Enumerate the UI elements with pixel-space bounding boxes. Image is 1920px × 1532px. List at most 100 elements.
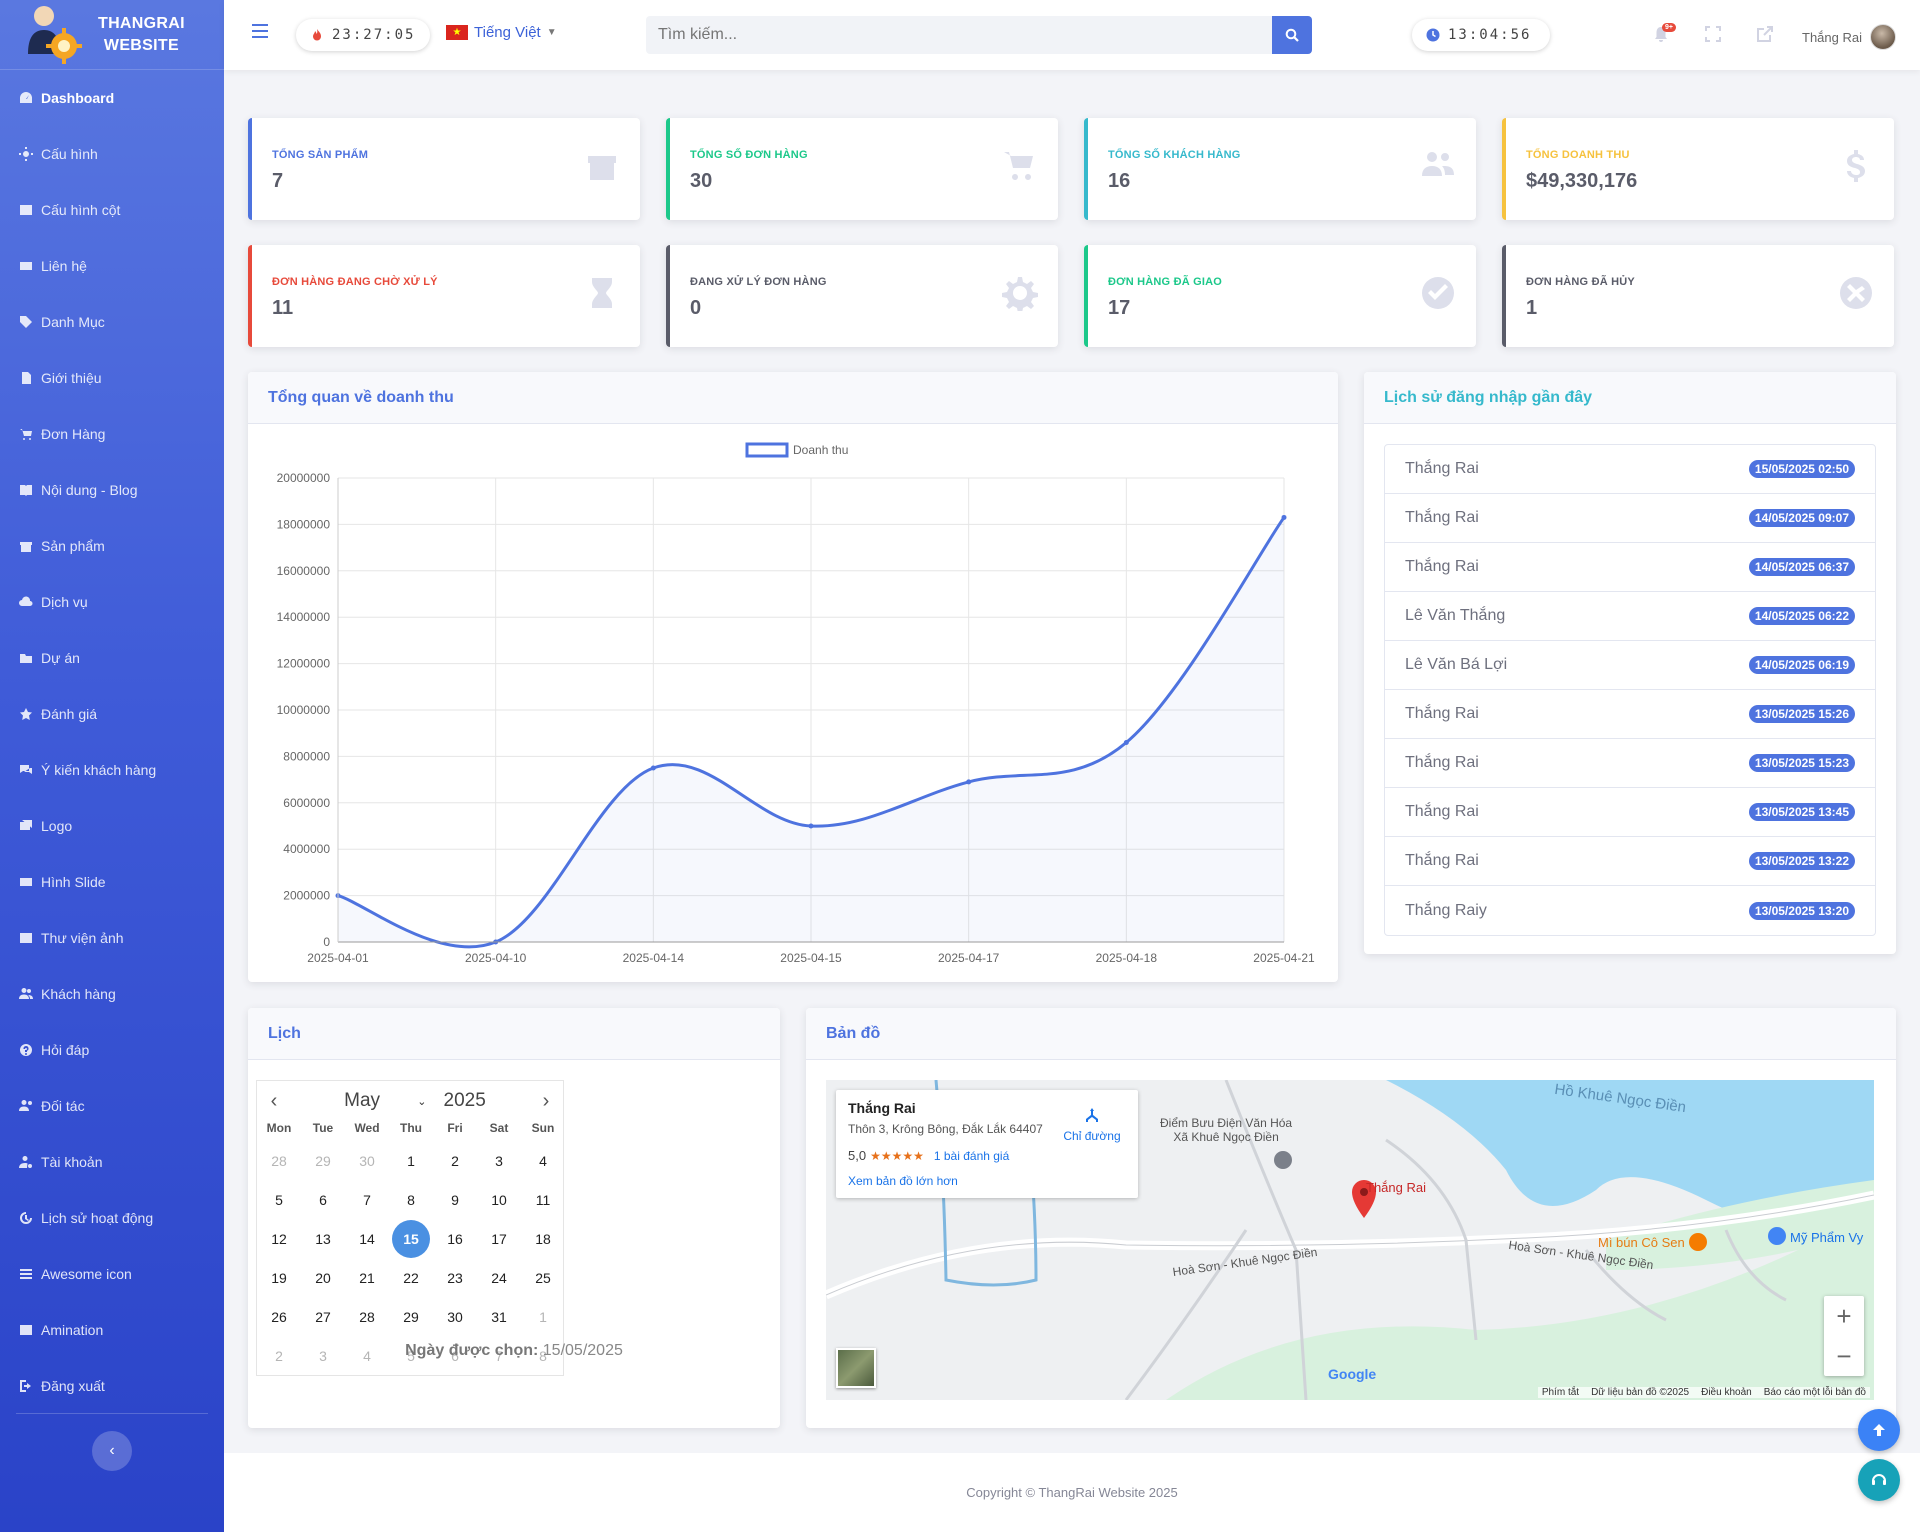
calendar-day[interactable]: 28 <box>345 1297 389 1336</box>
map-footer-link[interactable]: Báo cáo một lỗi bản đồ <box>1764 1387 1866 1398</box>
calendar-day[interactable]: 22 <box>389 1258 433 1297</box>
month-select[interactable]: May <box>344 1090 380 1112</box>
prev-month-button[interactable]: ‹ <box>265 1090 283 1112</box>
calendar-day[interactable]: 24 <box>477 1258 521 1297</box>
calendar-day[interactable]: 21 <box>345 1258 389 1297</box>
next-month-button[interactable]: › <box>537 1090 555 1112</box>
calendar-day[interactable]: 13 <box>301 1219 345 1258</box>
map-footer-link[interactable]: Điều khoản <box>1701 1387 1752 1398</box>
fire-icon <box>313 29 321 41</box>
sidebar-item-8[interactable]: Nội dung - Blog <box>0 462 224 518</box>
login-user: Lê Văn Thắng <box>1405 607 1506 624</box>
calendar-day[interactable]: 16 <box>433 1219 477 1258</box>
calendar-day[interactable]: 9 <box>433 1180 477 1219</box>
stat-label: ĐƠN HÀNG ĐÃ HỦY <box>1526 276 1635 288</box>
language-selector[interactable]: ★ Tiếng Việt ▼ <box>446 24 557 41</box>
calendar-day[interactable]: 30 <box>345 1141 389 1180</box>
sidebar-item-label: Đăng xuất <box>41 1378 105 1394</box>
sidebar-item-10[interactable]: Dịch vụ <box>0 574 224 630</box>
year-field[interactable]: 2025 <box>444 1090 486 1112</box>
sidebar-item-9[interactable]: Sản phẩm <box>0 518 224 574</box>
map-reviews-link[interactable]: 1 bài đánh giá <box>934 1149 1009 1163</box>
user-menu[interactable]: Thắng Rai <box>1802 24 1896 50</box>
fullscreen-button[interactable] <box>1704 25 1724 45</box>
sidebar-item-12[interactable]: Đánh giá <box>0 686 224 742</box>
calendar-day[interactable]: 17 <box>477 1219 521 1258</box>
sidebar-item-13[interactable]: Ý kiến khách hàng <box>0 742 224 798</box>
satellite-toggle[interactable] <box>836 1348 876 1388</box>
map-embed[interactable]: Hồ Khuê Ngọc Điền Điểm Bưu Điện Văn Hóa … <box>826 1080 1874 1400</box>
login-time-badge: 15/05/2025 02:50 <box>1748 460 1855 478</box>
calendar-day[interactable]: 26 <box>257 1297 301 1336</box>
sidebar-item-23[interactable]: Amination <box>0 1302 224 1358</box>
calendar-day[interactable]: 14 <box>345 1219 389 1258</box>
notification-bell[interactable]: 9+ <box>1652 23 1676 45</box>
data-point <box>1123 739 1129 745</box>
menu-toggle-icon[interactable] <box>252 24 268 38</box>
calendar-day[interactable]: 1 <box>521 1297 565 1336</box>
search-input[interactable] <box>646 16 1272 54</box>
calendar-day[interactable]: 19 <box>257 1258 301 1297</box>
map-directions-button[interactable]: Chỉ đường <box>1062 1106 1122 1143</box>
box-icon-glyph <box>19 542 32 552</box>
calendar-day[interactable]: 7 <box>345 1180 389 1219</box>
map-footer-link[interactable]: Phím tắt <box>1542 1387 1579 1398</box>
stat-card-3: TỔNG SỐ KHÁCH HÀNG 16 <box>1084 118 1476 220</box>
calendar-day[interactable]: 25 <box>521 1258 565 1297</box>
brand[interactable]: THANGRAI WEBSITE <box>0 0 224 70</box>
map-footer-link[interactable]: Dữ liệu bản đồ ©2025 <box>1591 1387 1689 1398</box>
calendar-day[interactable]: 31 <box>477 1297 521 1336</box>
sidebar-collapse-button[interactable]: ‹ <box>92 1431 132 1471</box>
sidebar-item-21[interactable]: Lịch sử hoạt động <box>0 1190 224 1246</box>
calendar-day[interactable]: 6 <box>301 1180 345 1219</box>
calendar-day[interactable]: 4 <box>521 1141 565 1180</box>
zoom-out-button[interactable]: − <box>1824 1336 1864 1376</box>
calendar-day[interactable]: 29 <box>389 1297 433 1336</box>
sidebar-item-6[interactable]: Giới thiệu <box>0 350 224 406</box>
calendar-day[interactable]: 27 <box>301 1297 345 1336</box>
sidebar-item-14[interactable]: Logo <box>0 798 224 854</box>
chat-support-button[interactable] <box>1858 1459 1900 1501</box>
calendar-day-number: 12 <box>271 1230 287 1247</box>
calendar-day[interactable]: 15 <box>389 1219 433 1258</box>
open-site-button[interactable] <box>1756 25 1776 45</box>
sidebar-item-20[interactable]: Tài khoản <box>0 1134 224 1190</box>
calendar-day[interactable]: 12 <box>257 1219 301 1258</box>
calendar-day[interactable]: 11 <box>521 1180 565 1219</box>
map-bigger-link[interactable]: Xem bản đồ lớn hơn <box>848 1174 958 1188</box>
zoom-in-button[interactable]: + <box>1824 1296 1864 1336</box>
sidebar-item-18[interactable]: Hỏi đáp <box>0 1022 224 1078</box>
sidebar-item-16[interactable]: Thư viện ảnh <box>0 910 224 966</box>
sidebar-item-7[interactable]: Đơn Hàng <box>0 406 224 462</box>
search-button[interactable] <box>1272 16 1312 54</box>
calendar-day[interactable]: 3 <box>477 1141 521 1180</box>
calendar-day[interactable]: 29 <box>301 1141 345 1180</box>
calendar-day[interactable]: 5 <box>257 1180 301 1219</box>
sidebar-item-11[interactable]: Dự án <box>0 630 224 686</box>
calendar-day[interactable]: 20 <box>301 1258 345 1297</box>
sidebar-item-5[interactable]: Danh Mục <box>0 294 224 350</box>
table-icon <box>18 203 33 218</box>
sidebar-item-17[interactable]: Khách hàng <box>0 966 224 1022</box>
sidebar-item-3[interactable]: Cấu hình cột <box>0 182 224 238</box>
comments-icon-glyph <box>19 765 32 774</box>
sidebar-item-24[interactable]: Đăng xuất <box>0 1358 224 1414</box>
sidebar-item-22[interactable]: Awesome icon <box>0 1246 224 1302</box>
sidebar-item-4[interactable]: Liên hệ <box>0 238 224 294</box>
calendar-day[interactable]: 1 <box>389 1141 433 1180</box>
calendar-day[interactable]: 23 <box>433 1258 477 1297</box>
sidebar-item-1[interactable]: Dashboard <box>0 70 224 126</box>
times-circle-icon <box>1838 275 1874 313</box>
calendar-day[interactable]: 2 <box>433 1141 477 1180</box>
sidebar-item-15[interactable]: Hình Slide <box>0 854 224 910</box>
calendar-day[interactable]: 30 <box>433 1297 477 1336</box>
calendar-day[interactable]: 18 <box>521 1219 565 1258</box>
sidebar-item-2[interactable]: Cấu hình <box>0 126 224 182</box>
scroll-top-button[interactable] <box>1858 1409 1900 1451</box>
calendar-day-number: 7 <box>363 1191 371 1208</box>
page-footer: Copyright © ThangRai Website 2025 <box>224 1453 1920 1532</box>
calendar-day[interactable]: 10 <box>477 1180 521 1219</box>
calendar-day[interactable]: 8 <box>389 1180 433 1219</box>
sidebar-item-19[interactable]: Đối tác <box>0 1078 224 1134</box>
calendar-day[interactable]: 28 <box>257 1141 301 1180</box>
